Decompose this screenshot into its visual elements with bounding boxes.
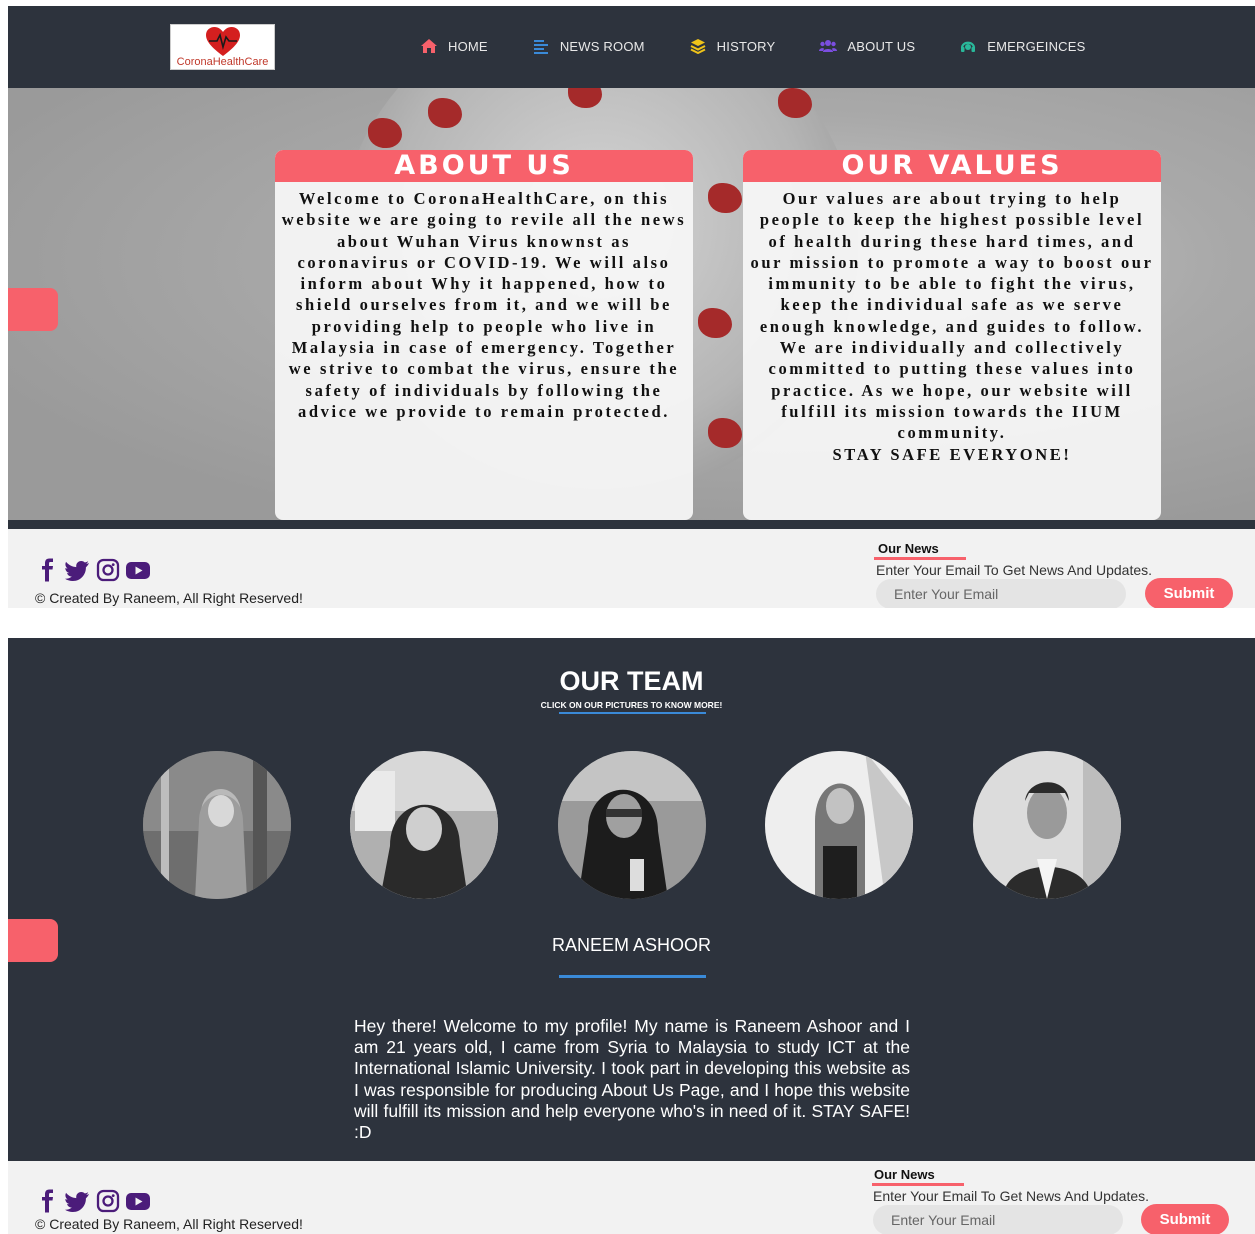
email-input[interactable] bbox=[876, 579, 1126, 608]
nav-label-emergencies: EMERGEINCES bbox=[987, 38, 1086, 54]
nav-item-news-room[interactable]: NEWS ROOM bbox=[532, 38, 645, 54]
logo[interactable]: CoronaHealthCare bbox=[170, 24, 275, 70]
our-values-card: OUR VALUES Our values are about trying t… bbox=[743, 150, 1161, 520]
youtube-icon[interactable] bbox=[125, 1189, 151, 1213]
our-news-underline bbox=[872, 1183, 964, 1186]
team-member-avatar[interactable] bbox=[143, 751, 291, 899]
member-photo-2 bbox=[350, 751, 498, 899]
instagram-icon[interactable] bbox=[95, 558, 121, 582]
instagram-icon[interactable] bbox=[95, 1189, 121, 1213]
virus-spike bbox=[778, 88, 812, 118]
virus-spike bbox=[368, 118, 402, 148]
footer: © Created By Raneem, All Right Reserved!… bbox=[8, 520, 1255, 608]
main-nav: HOME NEWS ROOM HISTORY ABOUT US EMERGEIN… bbox=[420, 38, 1130, 54]
nav-label-history: HISTORY bbox=[716, 38, 776, 54]
our-news-title: Our News bbox=[874, 1167, 935, 1182]
member-photo-1 bbox=[143, 751, 291, 899]
our-team-title: OUR TEAM bbox=[559, 666, 704, 696]
submit-button[interactable]: Submit bbox=[1141, 1204, 1229, 1234]
our-values-closing: STAY SAFE EVERYONE! bbox=[832, 444, 1072, 464]
nav-label-home: HOME bbox=[448, 38, 488, 54]
footer: © Created By Raneem, All Right Reserved!… bbox=[8, 1161, 1255, 1234]
team-member-avatar[interactable] bbox=[973, 751, 1121, 899]
nav-item-home[interactable]: HOME bbox=[420, 38, 488, 54]
our-values-text: Our values are about trying to help peop… bbox=[743, 182, 1161, 465]
headset-icon bbox=[961, 41, 976, 52]
virus-spike bbox=[428, 98, 462, 128]
team-member-avatar[interactable] bbox=[765, 751, 913, 899]
twitter-icon[interactable] bbox=[65, 1189, 91, 1213]
users-icon bbox=[819, 40, 838, 52]
email-input[interactable] bbox=[873, 1205, 1123, 1234]
news-description: Enter Your Email To Get News And Updates… bbox=[873, 1188, 1150, 1204]
team-member-avatar[interactable] bbox=[350, 751, 498, 899]
nav-label-about-us: ABOUT US bbox=[847, 38, 916, 54]
submit-button[interactable]: Submit bbox=[1145, 578, 1233, 608]
team-title-underline bbox=[559, 712, 706, 714]
about-us-text: Welcome to CoronaHealthCare, on this web… bbox=[281, 189, 687, 421]
member-name: RANEEM ASHOOR bbox=[551, 935, 712, 955]
our-news-title: Our News bbox=[878, 541, 939, 556]
our-news-underline bbox=[874, 557, 966, 560]
social-links bbox=[35, 558, 151, 582]
youtube-icon[interactable] bbox=[125, 558, 151, 582]
about-us-card: ABOUT US Welcome to CoronaHealthCare, on… bbox=[275, 150, 693, 520]
nav-item-emergencies[interactable]: EMERGEINCES bbox=[959, 38, 1085, 54]
virus-spike bbox=[708, 418, 742, 448]
home-icon bbox=[421, 39, 437, 53]
team-member-avatar[interactable] bbox=[558, 751, 706, 899]
twitter-icon[interactable] bbox=[65, 558, 91, 582]
facebook-icon[interactable] bbox=[35, 558, 61, 582]
logo-text: CoronaHealthCare bbox=[176, 56, 269, 68]
heart-logo-icon bbox=[206, 27, 240, 56]
virus-spike bbox=[698, 308, 732, 338]
news-icon bbox=[533, 40, 548, 54]
our-values-heading: OUR VALUES bbox=[743, 150, 1161, 182]
our-team-subtitle: CLICK ON OUR PICTURES TO KNOW MORE! bbox=[540, 700, 723, 710]
team-page-screenshot: OUR TEAM CLICK ON OUR PICTURES TO KNOW M… bbox=[8, 638, 1255, 1234]
virus-spike bbox=[708, 183, 742, 213]
member-photo-4 bbox=[765, 751, 913, 899]
our-values-body: Our values are about trying to help peop… bbox=[750, 189, 1154, 443]
nav-label-news-room: NEWS ROOM bbox=[559, 38, 645, 54]
layers-icon bbox=[690, 39, 706, 54]
member-bio: Hey there! Welcome to my profile! My nam… bbox=[354, 1016, 910, 1143]
social-links bbox=[35, 1189, 151, 1213]
copyright-text: © Created By Raneem, All Right Reserved! bbox=[35, 1216, 303, 1232]
about-us-heading: ABOUT US bbox=[275, 150, 693, 182]
footer-divider bbox=[8, 520, 1255, 529]
member-photo-3 bbox=[558, 751, 706, 899]
member-photo-5 bbox=[973, 751, 1121, 899]
nav-item-history[interactable]: HISTORY bbox=[689, 38, 776, 54]
side-toggle-tab[interactable] bbox=[8, 288, 58, 331]
news-description: Enter Your Email To Get News And Updates… bbox=[876, 562, 1153, 578]
nav-item-about-us[interactable]: ABOUT US bbox=[819, 38, 915, 54]
about-page-screenshot: CoronaHealthCare HOME NEWS ROOM HISTORY … bbox=[8, 6, 1255, 608]
member-name-underline bbox=[559, 975, 706, 978]
facebook-icon[interactable] bbox=[35, 1189, 61, 1213]
copyright-text: © Created By Raneem, All Right Reserved! bbox=[35, 590, 303, 606]
navbar: CoronaHealthCare HOME NEWS ROOM HISTORY … bbox=[8, 6, 1255, 88]
